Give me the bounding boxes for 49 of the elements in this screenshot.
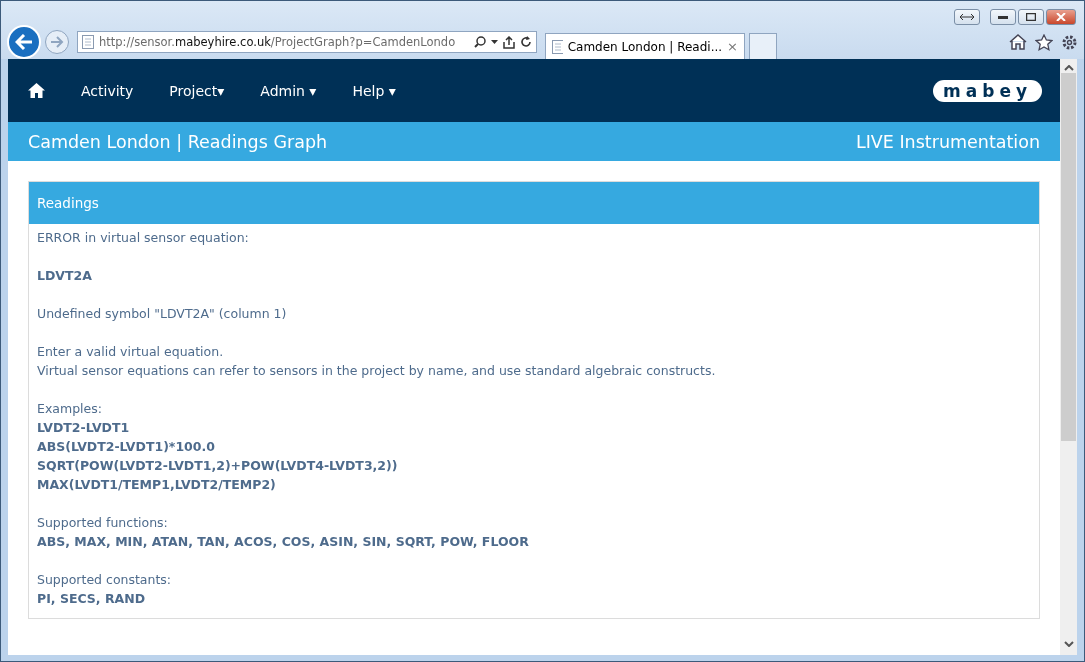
code-text: PI, SECS, RAND <box>37 590 147 608</box>
scroll-up-icon[interactable] <box>1063 65 1074 71</box>
nav-menu-item[interactable]: Project▾ <box>169 82 225 99</box>
arrow-left-icon <box>15 34 33 50</box>
code-text: ABS, MAX, MIN, ATAN, TAN, ACOS, COS, ASIN, SIN, SQRT, POW, FLOOR <box>37 533 530 551</box>
logo[interactable]: mabey <box>933 79 1042 102</box>
code-text: LDVT2A <box>37 267 93 285</box>
code-text: ABS(LVDT2-LVDT1)*100.0 <box>37 438 216 456</box>
panel-title: Readings <box>37 195 99 211</box>
home-icon[interactable] <box>28 83 45 98</box>
nav-menu-item[interactable]: Help ▾ <box>352 82 396 99</box>
minimize-icon <box>998 15 1008 19</box>
code-text: SQRT(POW(LVDT2-LVDT1,2)+POW(LVDT4-LVDT3,2)) <box>37 457 399 475</box>
close-button[interactable] <box>1046 9 1076 25</box>
minimize-button[interactable] <box>990 9 1016 25</box>
settings-icon[interactable] <box>1061 33 1078 51</box>
address-field[interactable]: http://sensor.mabeyhire.co.uk/ProjectGraph?p=CamdenLondo <box>77 31 537 53</box>
nav-menu-item[interactable]: Activity <box>81 82 134 99</box>
subtitle-text: LIVE Instrumentation <box>855 131 1040 152</box>
message-text: Examples: <box>37 400 103 418</box>
maximize-icon <box>1026 13 1036 21</box>
message-text: Supported functions: <box>37 514 169 532</box>
tab-close-button[interactable]: × <box>727 39 738 54</box>
code-text: LVDT2-LVDT1 <box>37 419 131 437</box>
resize-icon[interactable] <box>954 9 980 25</box>
message-text: ERROR in virtual sensor equation: <box>37 229 250 247</box>
page-icon <box>552 39 563 54</box>
scroll-down-icon[interactable] <box>1063 641 1074 647</box>
close-icon <box>1056 13 1066 21</box>
share-icon[interactable] <box>503 35 515 49</box>
star-icon[interactable] <box>1035 33 1053 51</box>
message-text: Enter a valid virtual equation. <box>37 343 225 361</box>
maximize-button[interactable] <box>1018 9 1044 25</box>
message-text: Undefined symbol "LDVT2A" (column 1) <box>37 305 288 323</box>
page-title: Camden London | Readings Graph <box>28 131 328 152</box>
browser-tab[interactable]: Camden London | Readi... × <box>545 33 745 59</box>
refresh-icon[interactable] <box>520 36 532 48</box>
caret-icon[interactable] <box>491 40 498 44</box>
search-icon[interactable] <box>474 36 486 48</box>
message-text: Supported constants: <box>37 571 173 589</box>
code-text: MAX(LVDT1/TEMP1,LVDT2/TEMP2) <box>37 476 277 494</box>
url-text: http://sensor.mabeyhire.co.uk/ProjectGraph?p=CamdenLondo <box>99 35 457 49</box>
back-button[interactable] <box>7 25 41 59</box>
tab-title: Camden London | Readi... <box>567 39 723 54</box>
page-icon <box>82 35 94 49</box>
arrow-right-icon <box>50 36 64 48</box>
nav-menu-item[interactable]: Admin ▾ <box>260 82 317 99</box>
message-text: Virtual sensor equations can refer to sensors in the project by name, and use standard algebraic constructs. <box>37 362 717 380</box>
home-icon[interactable] <box>1009 34 1027 50</box>
